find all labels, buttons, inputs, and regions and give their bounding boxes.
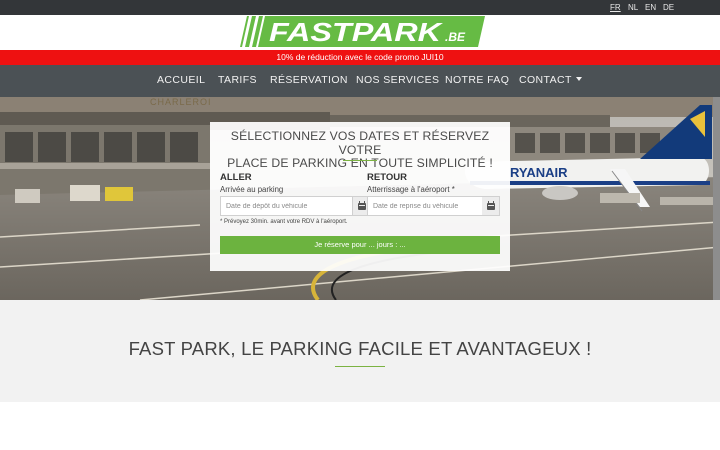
nav-notre-faq[interactable]: NOTRE FAQ [445,65,509,97]
language-bar: FR NL EN DE [0,0,720,15]
aller-heading: ALLER [220,172,252,183]
booking-form: SÉLECTIONNEZ VOS DATES ET RÉSERVEZ VOTRE… [210,122,510,271]
hero-scrollbar[interactable] [713,97,720,300]
dropoff-date-field [220,196,353,216]
aller-label: Arrivée au parking [220,185,284,194]
calendar-icon[interactable] [482,196,500,216]
header: FASTPARK .BE [0,15,720,50]
reserve-button[interactable]: Je réserve pour ... jours : ... [220,236,500,254]
nav-reservation[interactable]: RÉSERVATION [270,65,348,97]
fastpark-logo[interactable]: FASTPARK .BE [233,16,485,47]
retour-heading: RETOUR [367,172,407,183]
svg-text:FASTPARK: FASTPARK [269,17,444,47]
nav-nos-services[interactable]: NOS SERVICES [356,65,439,97]
title-divider [343,160,377,161]
pickup-date-field [367,196,500,216]
svg-text:.BE: .BE [445,30,466,44]
promo-banner: 10% de réduction avec le code promo JUI1… [0,50,720,65]
booking-title-line1: SÉLECTIONNEZ VOS DATES ET RÉSERVEZ VOTRE [230,129,490,157]
section-divider [335,366,385,367]
nav-contact[interactable]: CONTACT [519,65,582,97]
terminal-sign: CHARLEROI [150,97,212,107]
lang-nl-link[interactable]: NL [628,2,638,13]
lang-fr-link[interactable]: FR [610,2,621,13]
nav-accueil[interactable]: ACCUEIL [157,65,205,97]
plane-livery-text: RYANAIR [510,165,568,180]
pickup-date-input[interactable] [368,197,480,215]
retour-label: Atterrissage à l'aéroport * [367,185,455,194]
lang-en-link[interactable]: EN [645,2,656,13]
nav-tarifs[interactable]: TARIFS [218,65,257,97]
booking-title: SÉLECTIONNEZ VOS DATES ET RÉSERVEZ VOTRE… [210,129,510,171]
chevron-down-icon [575,77,582,81]
section-title: FAST PARK, LE PARKING FACILE ET AVANTAGE… [128,338,592,359]
dropoff-date-input[interactable] [221,197,333,215]
lang-de-link[interactable]: DE [663,2,674,13]
nav-contact-label: CONTACT [519,74,572,86]
main-nav: ACCUEIL TARIFS RÉSERVATION NOS SERVICES … [0,65,720,97]
arrival-note: * Prévoyez 30min. avant votre RDV à l'aé… [220,219,348,225]
